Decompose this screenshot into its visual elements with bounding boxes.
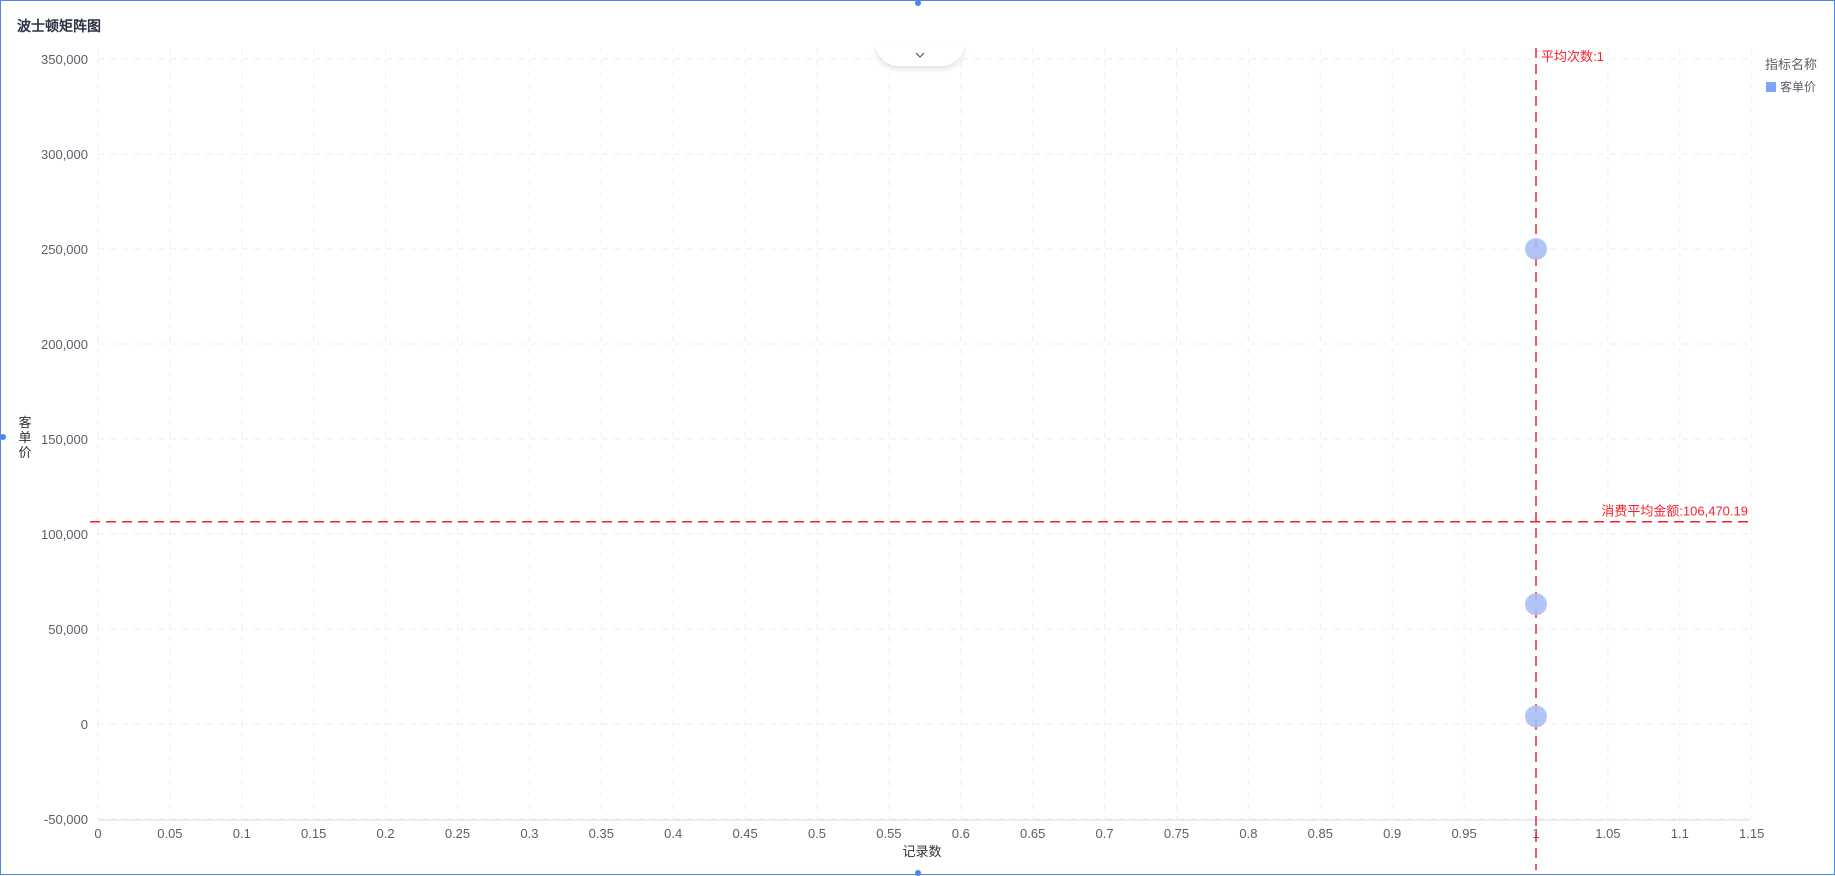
collapse-toggle[interactable]: [876, 44, 964, 66]
y-tick-label: 250,000: [41, 242, 88, 257]
x-tick-label: 0.85: [1308, 826, 1333, 841]
y-tick-label: 200,000: [41, 337, 88, 352]
scatter-point[interactable]: [1525, 705, 1547, 728]
y-axis-title: 客单价: [18, 415, 32, 460]
scatter-point[interactable]: [1525, 593, 1547, 616]
x-axis-title: 记录数: [902, 844, 941, 859]
x-tick-label: 1.15: [1739, 826, 1764, 841]
x-tick-label: 0.05: [157, 826, 182, 841]
x-tick-label: 0.6: [952, 826, 970, 841]
y-tick-label: 150,000: [41, 432, 88, 447]
scatter-point[interactable]: [1525, 238, 1547, 260]
y-tick-label: 0: [81, 717, 88, 732]
x-tick-label: 0.8: [1239, 826, 1257, 841]
legend-title: 指标名称: [1765, 57, 1818, 72]
x-tick-label: 1.1: [1671, 826, 1689, 841]
x-tick-label: 0.65: [1020, 826, 1045, 841]
chevron-down-icon: [915, 52, 925, 58]
x-tick-label: 0.9: [1383, 826, 1401, 841]
x-tick-label: 0.4: [664, 826, 682, 841]
x-tick-label: 0.1: [233, 826, 251, 841]
y-tick-label: 350,000: [41, 52, 88, 67]
x-tick-label: 0.3: [520, 826, 538, 841]
y-tick-label: 50,000: [48, 622, 88, 637]
x-tick-label: 0.7: [1096, 826, 1114, 841]
x-tick-label: 0.25: [445, 826, 470, 841]
x-tick-label: 0.35: [589, 826, 614, 841]
x-tick-label: 0.2: [377, 826, 395, 841]
y-tick-label: -50,000: [44, 812, 88, 827]
x-tick-label: 0.5: [808, 826, 826, 841]
x-tick-label: 0.95: [1451, 826, 1476, 841]
reference-label-x: 平均次数:1: [1541, 49, 1604, 64]
y-tick-label: 300,000: [41, 147, 88, 162]
x-tick-label: 1.05: [1595, 826, 1620, 841]
legend-item[interactable]: 客单价: [1766, 78, 1816, 95]
chart-plot: 0 0.05 0.1 0.15 0.2 0.25 0.3 0.35 0.4 0.45 0.5 0.55…: [41, 48, 1764, 870]
x-tick-label: 0.55: [876, 826, 901, 841]
reference-label-y: 消费平均金额:106,470.19: [1601, 504, 1748, 519]
x-tick-label: 0.45: [732, 826, 757, 841]
x-tick-label: 0.75: [1164, 826, 1189, 841]
legend-swatch: [1766, 81, 1776, 92]
x-tick-label: 0: [94, 826, 101, 841]
x-tick-label: 0.15: [301, 826, 326, 841]
y-tick-label: 100,000: [41, 527, 88, 542]
legend-item-label: 客单价: [1780, 80, 1817, 94]
